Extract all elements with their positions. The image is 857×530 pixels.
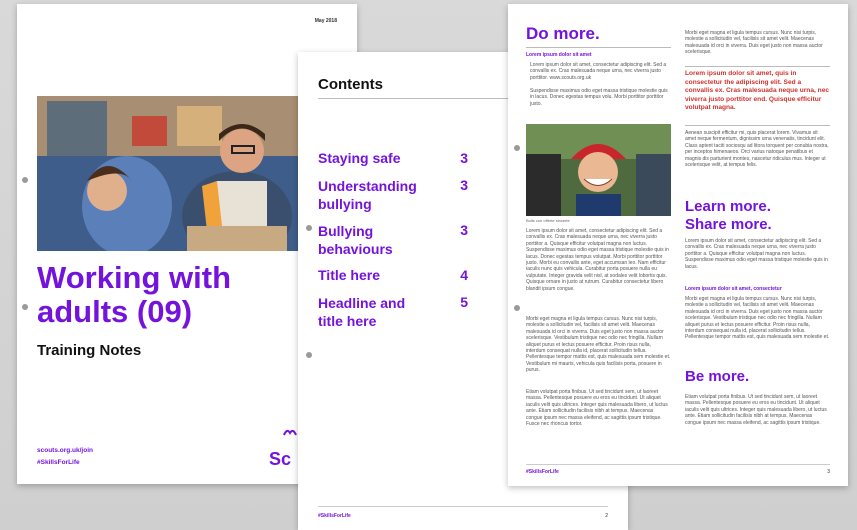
contents-footer-tag: #SkillsForLife <box>318 513 351 519</box>
right-body-1: Aenean suscipit efficitur mi, quis place… <box>685 130 829 169</box>
toc-item-1[interactable]: Staying safe 3 <box>318 150 468 166</box>
photo-caption: Bulls con offerte sincerte <box>526 218 570 223</box>
learn-more-line2: Share more. <box>685 216 772 233</box>
toc-page-number: 3 <box>460 222 468 238</box>
toc-title: Staying safe <box>318 150 401 166</box>
cover-subtitle: Training Notes <box>37 342 142 359</box>
inner-footer-divider <box>526 464 830 465</box>
contents-footer-divider <box>318 506 608 507</box>
contents-heading: Contents <box>318 76 383 93</box>
scouts-logo-partial: Sc <box>269 449 292 469</box>
punch-hole <box>514 305 520 311</box>
toc-item-5[interactable]: Headline and title here 5 <box>318 294 468 330</box>
punch-hole <box>22 304 28 310</box>
toc-page-number: 4 <box>460 267 468 283</box>
be-more-heading: Be more. <box>685 368 750 385</box>
punch-hole <box>514 145 520 151</box>
toc-title: Bullying behaviours <box>318 223 393 257</box>
toc-item-3[interactable]: Bullying behaviours 3 <box>318 222 468 258</box>
body-paragraph-3: Morbi eget magna et ligula tempus cursus… <box>526 316 671 374</box>
right-body-2: Lorem ipsum dolor sit amet, consectetur … <box>685 238 828 270</box>
toc-page-number: 3 <box>460 177 468 193</box>
punch-hole <box>306 352 312 358</box>
cover-link[interactable]: scouts.org.uk/join <box>37 447 93 454</box>
inner-photo <box>526 124 671 216</box>
toc-title: Understanding bullying <box>318 178 417 212</box>
toc-page-number: 5 <box>460 294 468 310</box>
quote-divider-bottom <box>685 125 830 126</box>
cover-title-line1: Working with <box>37 260 232 295</box>
bullet-paragraph: Suspendisse maximus odio eget massa tris… <box>530 88 668 107</box>
body-paragraph-1: Lorem ipsum dolor sit amet, consectetur … <box>530 62 667 81</box>
inner-page: Do more. Lorem ipsum dolor sit amet Lore… <box>508 4 848 486</box>
learn-more-heading: Learn more. Share more. <box>685 198 772 234</box>
toc-item-4[interactable]: Title here 4 <box>318 267 468 283</box>
inner-page-number: 3 <box>827 469 830 475</box>
toc-title: Headline and title here <box>318 295 406 329</box>
subhead-2: Lorem ipsum dolor sit amet, consectetur <box>685 286 782 292</box>
cover-title-line2: adults (09) <box>37 294 193 329</box>
punch-hole <box>22 177 28 183</box>
left-divider <box>526 47 671 48</box>
do-more-heading: Do more. <box>526 24 600 43</box>
body-paragraph-4: Etiam volutpat porta finibus. Ut sed tin… <box>526 389 668 428</box>
subhead-1: Lorem ipsum dolor sit amet <box>526 52 592 58</box>
body-paragraph-2: Lorem ipsum dolor sit amet, consectetur … <box>526 228 669 292</box>
scouts-fleur-icon <box>283 426 297 438</box>
quote-divider-top <box>685 66 830 67</box>
pull-quote: Lorem ipsum dolor sit amet, quis in cons… <box>685 70 830 112</box>
toc-title: Title here <box>318 267 380 283</box>
toc-page-number: 3 <box>460 150 468 166</box>
inner-footer-tag: #SkillsForLife <box>526 469 559 475</box>
cover-title: Working with adults (09) <box>37 261 231 329</box>
cover-hashtag: #SkillsForLife <box>37 459 80 466</box>
toc-item-2[interactable]: Understanding bullying 3 <box>318 177 468 213</box>
right-body-4: Etiam volutpat porta finibus. Ut sed tin… <box>685 394 827 426</box>
learn-more-line1: Learn more. <box>685 198 771 215</box>
right-body-3: Morbi eget magna et ligula tempus cursus… <box>685 296 830 341</box>
punch-hole <box>306 225 312 231</box>
contents-page-number: 2 <box>605 513 608 519</box>
right-intro: Morbi eget magna et ligula tempus cursus… <box>685 30 823 56</box>
cover-date: May 2018 <box>314 18 337 24</box>
